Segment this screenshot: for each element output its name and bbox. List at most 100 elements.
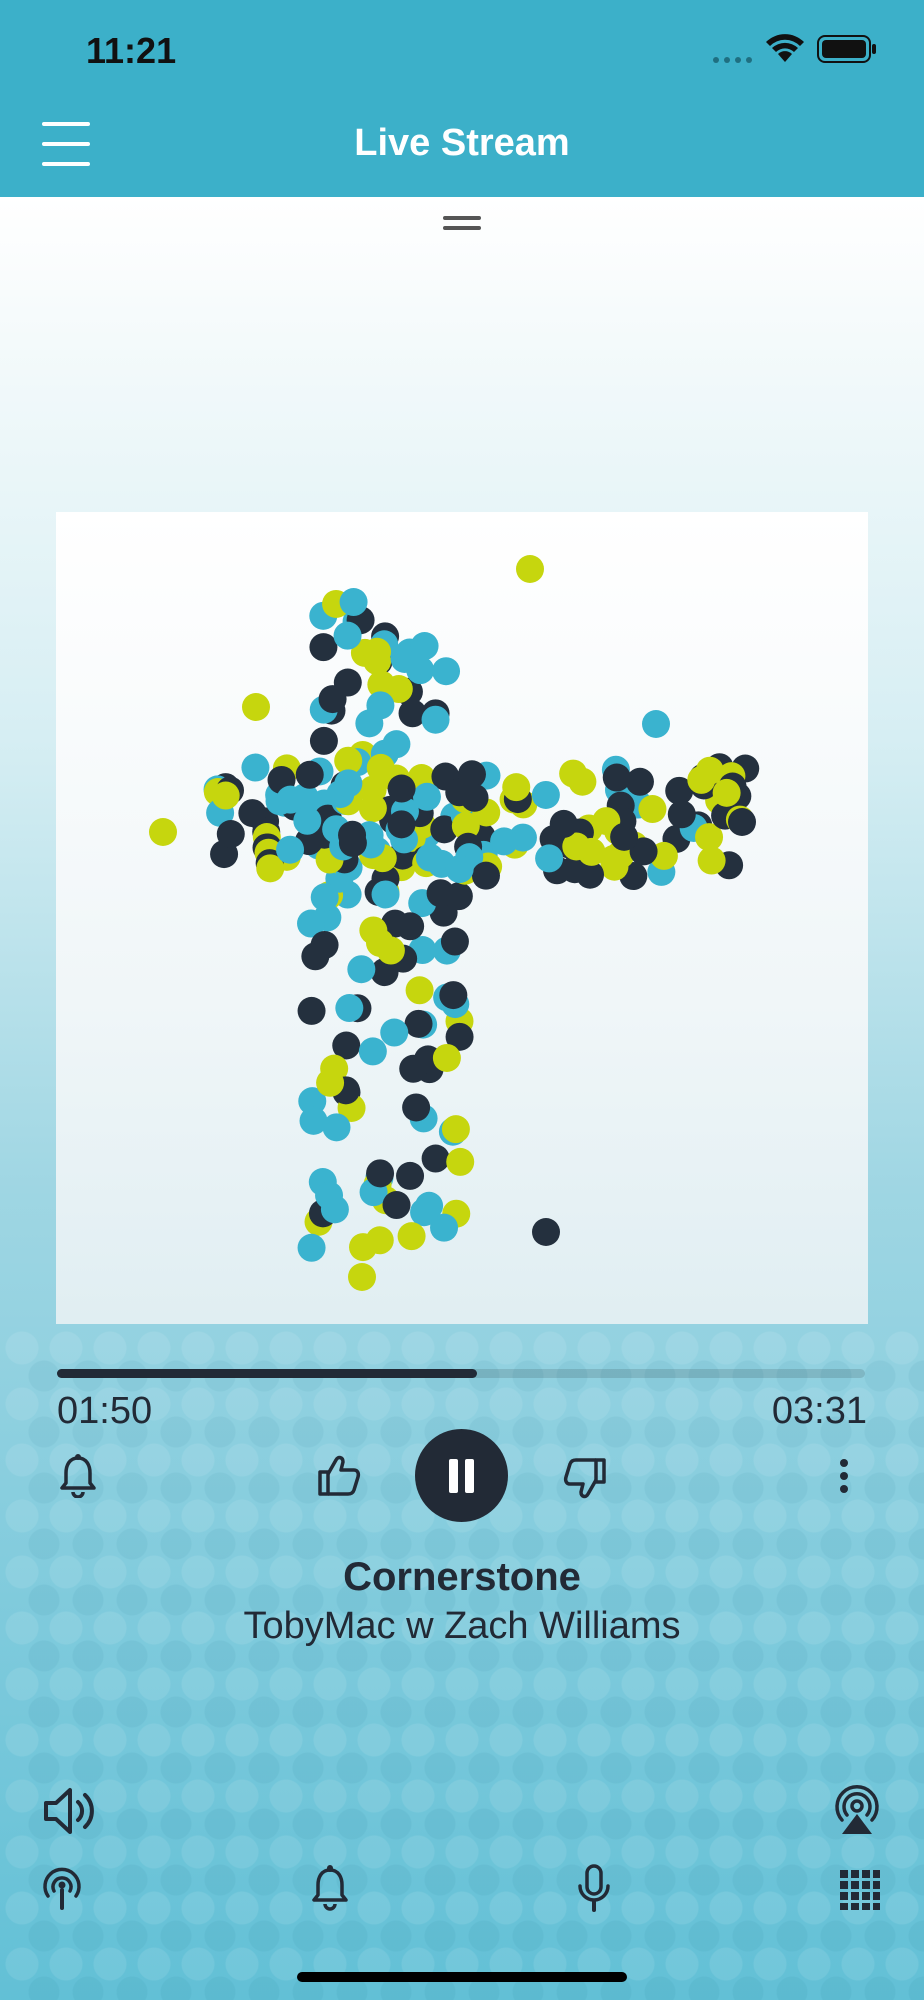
artwork-dot — [149, 818, 177, 846]
artwork-dot — [358, 794, 387, 823]
artwork-dot — [333, 621, 362, 650]
artwork-dot — [421, 1144, 450, 1173]
artwork-dot — [309, 726, 338, 755]
artwork-dot — [371, 880, 400, 909]
artwork-dot — [426, 879, 455, 908]
artwork-dot — [549, 809, 578, 838]
artwork-dot — [382, 730, 411, 759]
artwork-dot — [712, 778, 741, 807]
artwork-dot — [349, 1233, 378, 1262]
artwork-dot — [610, 822, 639, 851]
microphone-icon[interactable] — [576, 1864, 612, 1914]
page-title: Live Stream — [354, 122, 570, 164]
progress-bar[interactable] — [57, 1369, 865, 1378]
artwork-dot — [295, 760, 324, 789]
broadcast-icon[interactable] — [38, 1864, 86, 1912]
drag-handle[interactable] — [443, 214, 481, 232]
artwork-dot — [440, 927, 469, 956]
artwork-dot — [297, 996, 326, 1025]
artwork-dot — [310, 930, 339, 959]
artwork-dot — [309, 633, 338, 662]
artwork-dot — [638, 795, 667, 824]
artwork-dot — [397, 1222, 426, 1251]
progress-fill — [57, 1369, 478, 1378]
album-artwork — [56, 512, 868, 1324]
elapsed-time: 01:50 — [57, 1390, 153, 1432]
artwork-dot — [242, 693, 270, 721]
artwork-dot — [432, 657, 461, 686]
artwork-dot — [625, 767, 654, 796]
airplay-icon[interactable] — [828, 1780, 886, 1838]
artwork-dot — [405, 976, 434, 1005]
artwork-dot — [366, 691, 395, 720]
pause-button[interactable] — [415, 1429, 508, 1522]
artwork-dot — [241, 753, 270, 782]
artwork-dot — [238, 799, 267, 828]
artwork-dot — [697, 846, 726, 875]
artwork-dot — [347, 955, 376, 984]
artwork-dot — [396, 912, 425, 941]
artwork-dot — [316, 1068, 345, 1097]
artwork-dot — [446, 1147, 475, 1176]
artwork-dot — [334, 769, 363, 798]
artwork-dot — [432, 1043, 461, 1072]
artwork-dot — [366, 928, 395, 957]
artwork-dot — [667, 800, 696, 829]
artwork-dot — [728, 808, 756, 836]
artwork-dot — [439, 981, 468, 1010]
artwork-dot — [445, 778, 474, 807]
artwork-dot — [396, 1161, 425, 1190]
artwork-dot — [516, 555, 544, 583]
artwork-dot — [410, 632, 439, 661]
bell-icon[interactable] — [58, 1454, 98, 1498]
artwork-dot — [338, 828, 367, 857]
artwork-dot — [687, 765, 716, 794]
artwork-dot — [318, 685, 347, 714]
artwork-dot — [531, 780, 560, 809]
artwork-dot — [535, 844, 564, 873]
artwork-dot — [406, 656, 435, 685]
total-time: 03:31 — [771, 1390, 867, 1432]
artwork-dot — [358, 1037, 387, 1066]
artwork-dot — [363, 637, 392, 666]
artwork-dot — [382, 1191, 411, 1220]
wifi-icon — [766, 34, 804, 62]
artwork-dot — [211, 781, 240, 810]
status-time: 11:21 — [86, 30, 177, 71]
artwork-dot — [404, 1009, 433, 1038]
top-bar: 11:21 Live Stream — [0, 0, 924, 197]
artwork-dot — [410, 1198, 439, 1227]
artwork-dot — [642, 710, 670, 738]
bell-icon[interactable] — [310, 1864, 350, 1912]
artwork-dot — [380, 1018, 409, 1047]
artwork-dot — [216, 819, 245, 848]
artwork-dot — [445, 855, 474, 884]
thumbs-down-icon[interactable] — [562, 1456, 608, 1502]
signal-icon — [713, 57, 752, 63]
artwork-dot — [559, 759, 588, 788]
artwork-dot — [421, 705, 450, 734]
artwork-dot — [402, 1093, 431, 1122]
more-vertical-icon[interactable] — [836, 1458, 852, 1494]
artwork-dot — [310, 883, 339, 912]
thumbs-up-icon[interactable] — [316, 1452, 362, 1498]
artwork-dot — [339, 588, 368, 617]
artwork-dot — [348, 1263, 376, 1291]
artwork-dot — [320, 1195, 349, 1224]
volume-icon[interactable] — [42, 1786, 98, 1836]
artwork-dot — [335, 994, 364, 1023]
artwork-dot — [387, 810, 416, 839]
artwork-dot — [297, 1233, 326, 1262]
song-title: Cornerstone — [343, 1555, 581, 1599]
artwork-dot — [387, 774, 416, 803]
song-artist: TobyMac w Zach Williams — [243, 1605, 681, 1647]
artwork-dot — [502, 773, 531, 802]
artwork-dot — [366, 1159, 395, 1188]
artwork-dot — [532, 1218, 560, 1246]
grid-icon[interactable] — [840, 1870, 880, 1910]
artwork-dot — [441, 1115, 470, 1144]
artwork-dot — [276, 835, 305, 864]
cross-dots-artwork — [149, 555, 760, 1291]
artwork-dot — [322, 1113, 351, 1142]
artwork-dot — [293, 806, 322, 835]
